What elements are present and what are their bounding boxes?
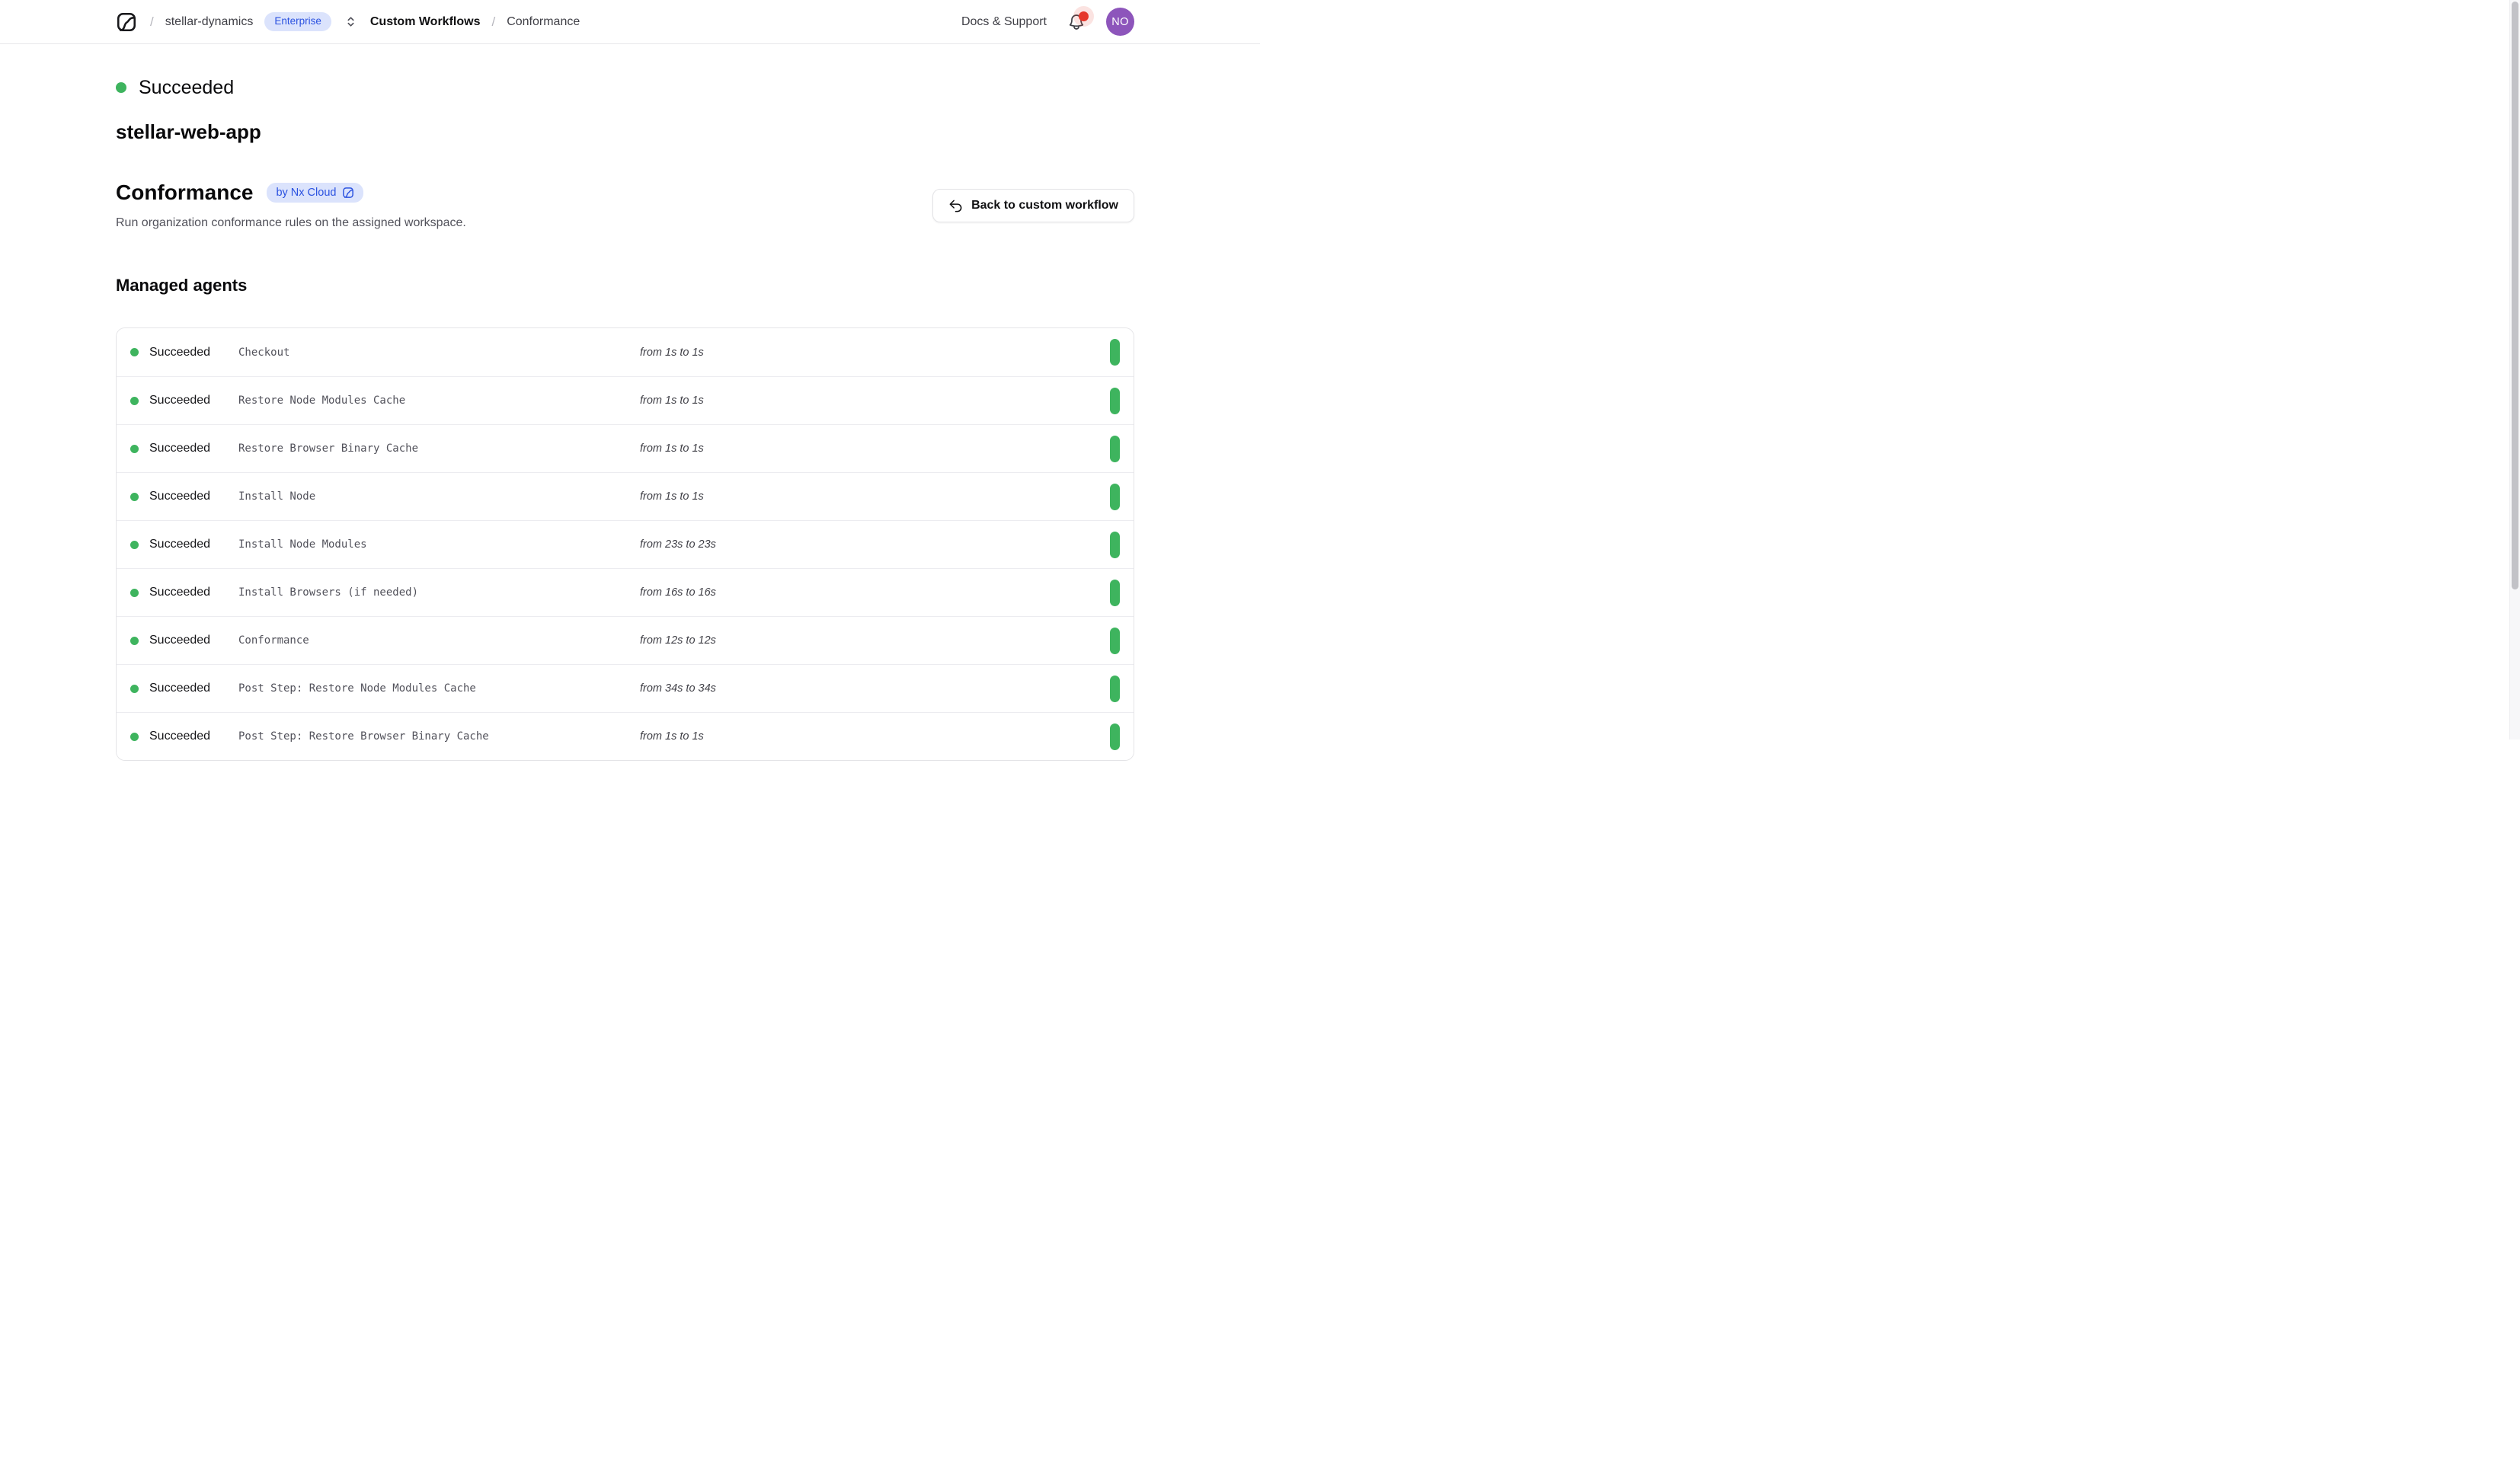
step-status-label: Succeeded <box>149 490 210 503</box>
step-status-label: Succeeded <box>149 682 210 695</box>
step-time-range: from 1s to 1s <box>640 730 1110 743</box>
step-status-dot <box>130 397 139 405</box>
step-duration-bar <box>1110 580 1120 606</box>
step-status-label: Succeeded <box>149 586 210 599</box>
step-status-dot <box>130 589 139 597</box>
back-to-custom-workflow-button[interactable]: Back to custom workflow <box>932 189 1134 222</box>
notification-dot <box>1079 11 1089 21</box>
step-duration-bar <box>1110 484 1120 510</box>
step-time-range: from 1s to 1s <box>640 347 1110 359</box>
step-row[interactable]: Succeeded Install Node Modules from 23s … <box>117 520 1134 568</box>
step-status-dot <box>130 348 139 356</box>
step-duration-bar <box>1110 628 1120 654</box>
step-row[interactable]: Succeeded Install Node from 1s to 1s <box>117 472 1134 520</box>
step-row[interactable]: Succeeded Restore Browser Binary Cache f… <box>117 424 1134 472</box>
step-time-range: from 1s to 1s <box>640 442 1110 455</box>
step-name: Conformance <box>238 634 640 647</box>
breadcrumb-page[interactable]: Conformance <box>507 15 580 29</box>
step-status-label: Succeeded <box>149 442 210 455</box>
workflow-header: Conformance by Nx Cloud Run organization… <box>116 178 466 232</box>
step-row[interactable]: Succeeded Post Step: Restore Browser Bin… <box>117 712 1134 760</box>
workflow-description: Run organization conformance rules on th… <box>116 215 466 232</box>
step-status-dot <box>130 637 139 645</box>
plan-badge: Enterprise <box>264 12 331 31</box>
step-status-dot <box>130 733 139 741</box>
breadcrumb-section[interactable]: Custom Workflows <box>370 15 481 29</box>
step-status-label: Succeeded <box>149 634 210 647</box>
managed-agents-card: Succeeded Checkout from 1s to 1s Succeed… <box>116 327 1134 761</box>
step-name: Restore Node Modules Cache <box>238 395 640 407</box>
nx-cloud-logo-icon <box>342 187 354 199</box>
back-button-label: Back to custom workflow <box>971 199 1118 212</box>
by-nx-cloud-badge[interactable]: by Nx Cloud <box>267 183 363 203</box>
step-status-dot <box>130 445 139 453</box>
step-name: Post Step: Restore Browser Binary Cache <box>238 730 640 743</box>
notifications-button[interactable] <box>1067 13 1086 31</box>
step-status-label: Succeeded <box>149 538 210 551</box>
run-status: Succeeded <box>116 75 1134 101</box>
status-label: Succeeded <box>139 77 234 99</box>
step-status-label: Succeeded <box>149 394 210 407</box>
step-name: Install Node Modules <box>238 538 640 551</box>
step-status-dot <box>130 541 139 549</box>
step-name: Install Node <box>238 490 640 503</box>
scrollbar-thumb[interactable] <box>2512 2 2518 589</box>
step-name: Post Step: Restore Node Modules Cache <box>238 682 640 695</box>
breadcrumb-separator: / <box>491 14 495 30</box>
step-time-range: from 16s to 16s <box>640 586 1110 599</box>
step-name: Install Browsers (if needed) <box>238 586 640 599</box>
breadcrumb: / stellar-dynamics Enterprise Custom Wor… <box>116 11 580 33</box>
step-time-range: from 1s to 1s <box>640 490 1110 503</box>
step-duration-bar <box>1110 436 1120 462</box>
step-row[interactable]: Succeeded Install Browsers (if needed) f… <box>117 568 1134 616</box>
step-name: Restore Browser Binary Cache <box>238 442 640 455</box>
step-time-range: from 12s to 12s <box>640 634 1110 647</box>
step-row[interactable]: Succeeded Conformance from 12s to 12s <box>117 616 1134 664</box>
step-status-dot <box>130 493 139 501</box>
step-status-label: Succeeded <box>149 730 210 743</box>
chevron-up-down-icon[interactable] <box>343 14 359 30</box>
step-duration-bar <box>1110 724 1120 750</box>
step-row[interactable]: Succeeded Checkout from 1s to 1s <box>117 328 1134 376</box>
top-navbar: / stellar-dynamics Enterprise Custom Wor… <box>0 0 1260 44</box>
step-duration-bar <box>1110 676 1120 702</box>
nx-cloud-logo-icon[interactable] <box>116 11 137 33</box>
step-duration-bar <box>1110 339 1120 366</box>
step-time-range: from 34s to 34s <box>640 682 1110 695</box>
workflow-title: Conformance <box>116 179 253 206</box>
docs-support-link[interactable]: Docs & Support <box>961 15 1047 29</box>
main-content: Succeeded stellar-web-app Conformance by… <box>116 75 1134 761</box>
step-name: Checkout <box>238 347 640 359</box>
breadcrumb-separator: / <box>150 14 154 30</box>
badge-label: by Nx Cloud <box>276 187 336 199</box>
status-dot <box>116 82 126 93</box>
arrow-uturn-left-icon <box>948 199 963 213</box>
step-duration-bar <box>1110 388 1120 414</box>
step-time-range: from 23s to 23s <box>640 538 1110 551</box>
step-row[interactable]: Succeeded Post Step: Restore Node Module… <box>117 664 1134 712</box>
page-title: stellar-web-app <box>116 119 1134 145</box>
scrollbar-track <box>2509 0 2520 740</box>
step-duration-bar <box>1110 532 1120 558</box>
breadcrumb-org[interactable]: stellar-dynamics <box>165 15 254 29</box>
step-row[interactable]: Succeeded Restore Node Modules Cache fro… <box>117 376 1134 424</box>
avatar[interactable]: NO <box>1106 8 1134 36</box>
managed-agents-title: Managed agents <box>116 274 1134 297</box>
step-time-range: from 1s to 1s <box>640 395 1110 407</box>
step-status-dot <box>130 685 139 693</box>
step-status-label: Succeeded <box>149 346 210 359</box>
